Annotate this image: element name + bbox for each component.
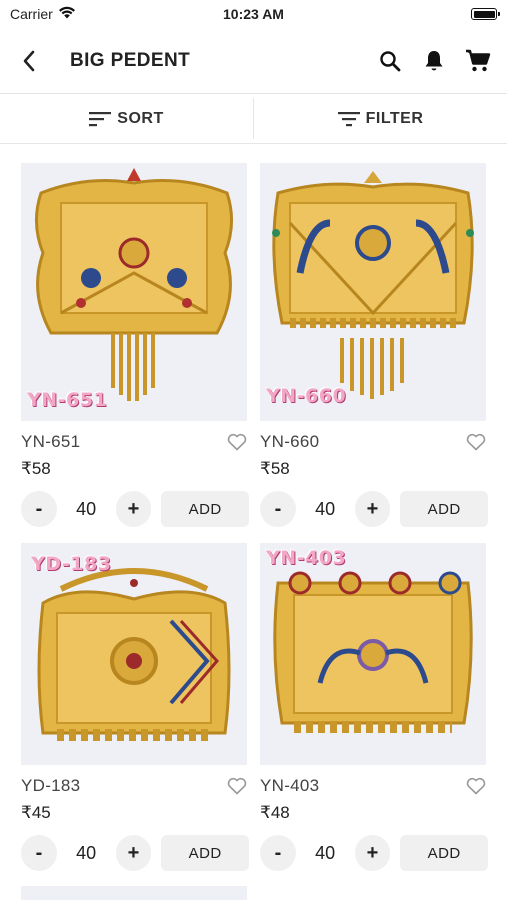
heart-icon [227,777,247,795]
quantity-value: 40 [76,842,97,863]
increment-button[interactable]: + [354,491,391,527]
pendant-image [260,543,486,765]
page-title: BIG PEDENT [70,49,191,71]
quantity-value: 40 [315,842,336,863]
quantity-row: - 40 + ADD [260,491,488,527]
quantity-row: - 40 + ADD [21,835,249,871]
carrier-label: Carrier [10,6,53,22]
quantity-row: - 40 + ADD [260,835,488,871]
decrement-button[interactable]: - [260,491,296,527]
sort-filter-bar: SORT FILTER [0,94,507,144]
cart-icon [466,49,491,71]
quantity-value: 40 [315,498,336,519]
increment-button[interactable]: + [115,491,152,527]
name-row: YN-660 [260,430,488,454]
product-price: ₹45 [21,803,51,822]
product-image[interactable]: YN-651 [21,163,247,421]
search-icon [380,50,401,71]
product-image[interactable]: YN-403 [260,543,486,765]
product-code-tag: YN-403 [266,547,347,569]
product-name: YN-660 [260,432,320,451]
product-card[interactable]: YN-660 YN-660 ₹58 - 40 + ADD [260,163,488,527]
product-name: YD-183 [21,776,81,795]
product-price: ₹48 [260,803,290,822]
filter-label: FILTER [365,109,424,127]
product-name: YN-651 [21,432,81,451]
product-card[interactable]: YN-403 YN-403 ₹48 - 40 + ADD [260,543,488,871]
sort-label: SORT [117,109,164,127]
favorite-button[interactable] [464,430,488,454]
filter-button[interactable]: FILTER [254,94,507,143]
add-button[interactable]: ADD [400,491,488,527]
increment-button[interactable]: + [354,835,391,871]
cart-button[interactable] [463,46,493,76]
bell-icon [425,50,443,70]
favorite-button[interactable] [225,430,249,454]
sort-icon [89,111,112,126]
quantity-row: - 40 + ADD [21,491,249,527]
search-button[interactable] [375,46,405,76]
decrement-button[interactable]: - [21,835,57,871]
notifications-button[interactable] [419,46,449,76]
sort-button[interactable]: SORT [0,94,253,143]
pendant-image [21,163,247,421]
product-image[interactable]: YD-183 [21,543,247,765]
back-button[interactable] [14,46,44,76]
wifi-icon [58,6,76,22]
favorite-button[interactable] [464,774,488,798]
quantity-value: 40 [76,498,97,519]
add-button[interactable]: ADD [400,835,488,871]
heart-icon [466,433,486,451]
decrement-button[interactable]: - [21,491,57,527]
chevron-left-icon [23,50,35,71]
app-header: BIG PEDENT [0,28,507,94]
add-button[interactable]: ADD [161,835,249,871]
product-price: ₹58 [21,459,51,478]
battery-icon [471,8,500,20]
product-image-partial[interactable] [21,886,247,900]
add-button[interactable]: ADD [161,491,249,527]
status-left: Carrier [10,6,76,22]
product-code-tag: YN-651 [27,389,108,411]
filter-icon [337,111,360,126]
status-time: 10:23 AM [223,6,284,22]
pendant-image [21,543,247,765]
header-actions [375,46,493,76]
decrement-button[interactable]: - [260,835,296,871]
status-bar: Carrier 10:23 AM [0,0,507,28]
product-card[interactable]: YD-183 YD-183 ₹45 - 40 + ADD [21,543,249,871]
product-code-tag: YD-183 [31,553,112,575]
product-image[interactable]: YN-660 [260,163,486,421]
name-row: YN-403 [260,774,488,798]
favorite-button[interactable] [225,774,249,798]
product-card[interactable]: YN-651 YN-651 ₹58 - 40 + ADD [21,163,249,527]
name-row: YD-183 [21,774,249,798]
heart-icon [227,433,247,451]
product-name: YN-403 [260,776,320,795]
pendant-image [260,163,486,421]
name-row: YN-651 [21,430,249,454]
increment-button[interactable]: + [115,835,152,871]
heart-icon [466,777,486,795]
product-price: ₹58 [260,459,290,478]
product-code-tag: YN-660 [266,385,347,407]
